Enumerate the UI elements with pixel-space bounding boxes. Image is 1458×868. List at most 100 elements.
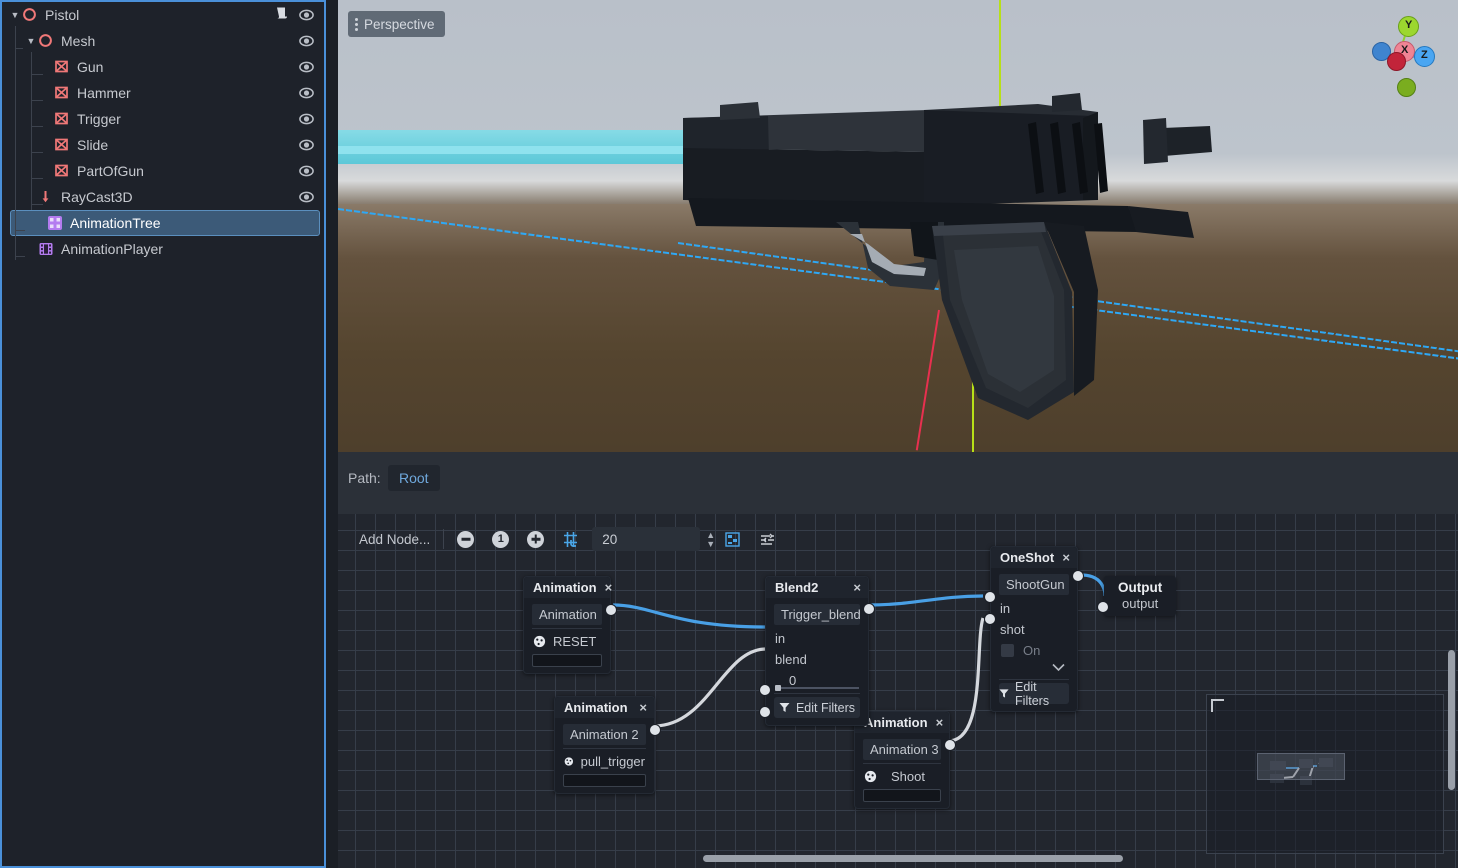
sidebar-item-animationtree[interactable]: AnimationTree	[10, 210, 320, 236]
scene-tree-dock[interactable]: ▼ Pistol ▼ Mesh Gun Hammer Trigger Slide PartOfG…	[0, 0, 326, 868]
node-titlebar[interactable]: Animation ×	[524, 577, 613, 598]
blend-amount-slider[interactable]: 0	[775, 673, 859, 691]
visibility-eye-icon[interactable]	[299, 164, 314, 179]
visibility-eye-icon[interactable]	[299, 190, 314, 205]
zoom-reset-button[interactable]: 1	[483, 524, 518, 554]
blend-name-field[interactable]: Trigger_blend	[774, 604, 861, 625]
path-root-button[interactable]: Root	[388, 465, 440, 491]
graph-node-animation-pull-trigger[interactable]: Animation × Animation 2 pull_trigger	[554, 696, 660, 794]
graph-horizontal-scrollbar[interactable]	[703, 855, 1123, 862]
tree-guide-vertical-mesh	[31, 52, 32, 210]
input-port-in[interactable]	[760, 685, 770, 695]
sidebar-item-trigger[interactable]: Trigger	[2, 106, 324, 132]
sidebar-item-pistol[interactable]: ▼ Pistol	[2, 2, 324, 28]
output-port[interactable]	[606, 605, 616, 615]
perspective-label: Perspective	[364, 16, 435, 32]
animation-progress-bar	[532, 654, 602, 667]
close-icon[interactable]: ×	[1054, 551, 1070, 564]
perspective-button[interactable]: Perspective	[348, 11, 445, 37]
edit-filters-label: Edit Filters	[1015, 679, 1050, 708]
edit-filters-button[interactable]: Edit Filters	[774, 697, 860, 718]
animation-tree-path-bar: Path: Root	[338, 452, 1458, 515]
sidebar-item-mesh[interactable]: ▼ Mesh	[2, 28, 324, 54]
animation-name: pull_trigger	[580, 754, 645, 769]
sidebar-item-label: Trigger	[77, 111, 121, 127]
snap-stepper[interactable]: ▲ ▼	[706, 530, 715, 548]
close-icon[interactable]: ×	[928, 716, 944, 729]
oneshot-dropdown[interactable]	[991, 661, 1077, 676]
expand-arrow-icon[interactable]: ▼	[8, 10, 22, 20]
node-titlebar[interactable]: Animation ×	[855, 712, 949, 733]
meshinstance3d-icon	[54, 163, 71, 180]
checkbox-icon[interactable]	[1001, 644, 1014, 657]
output-port[interactable]	[650, 725, 660, 735]
zoom-out-button[interactable]	[448, 524, 483, 554]
graph-node-animation-shoot[interactable]: Animation × Animation 3 Shoot	[854, 711, 955, 809]
toggle-connections-button[interactable]	[750, 524, 785, 554]
input-port[interactable]	[1098, 602, 1108, 612]
sidebar-item-gun[interactable]: Gun	[2, 54, 324, 80]
output-port[interactable]	[1073, 571, 1083, 581]
input-slot-in[interactable]: in	[766, 628, 868, 649]
minimap-viewport-box[interactable]	[1257, 753, 1345, 780]
close-icon[interactable]: ×	[845, 581, 861, 594]
animation-select[interactable]: Animation	[532, 604, 602, 625]
gizmo-ball-neg-x[interactable]	[1387, 52, 1406, 71]
oneshot-name-field[interactable]: ShootGun	[999, 574, 1069, 595]
node-titlebar[interactable]: Animation ×	[555, 697, 654, 718]
oneshot-on-checkbox[interactable]: On	[991, 640, 1077, 661]
meshinstance3d-icon	[54, 111, 71, 128]
sidebar-item-hammer[interactable]: Hammer	[2, 80, 324, 106]
output-port[interactable]	[945, 740, 955, 750]
input-port-in[interactable]	[985, 592, 995, 602]
close-icon[interactable]: ×	[597, 581, 613, 594]
sidebar-item-slide[interactable]: Slide	[2, 132, 324, 158]
animation-tree-graph[interactable]: Add Node... 1 20 ▲ ▼ Animation × Animati…	[338, 514, 1458, 868]
add-node-button[interactable]: Add Node...	[350, 524, 439, 554]
sidebar-item-raycast3d[interactable]: RayCast3D	[2, 184, 324, 210]
sidebar-item-partofgun[interactable]: PartOfGun	[2, 158, 324, 184]
graph-vertical-scrollbar[interactable]	[1448, 650, 1455, 790]
animation-select[interactable]: Animation 2	[563, 724, 646, 745]
node-titlebar[interactable]: OneShot ×	[991, 547, 1077, 568]
close-icon[interactable]: ×	[631, 701, 647, 714]
animation-name: RESET	[553, 634, 597, 649]
graph-toolbar[interactable]: Add Node... 1 20 ▲ ▼	[338, 522, 785, 556]
input-slot-in[interactable]: in	[991, 598, 1077, 619]
graph-node-output[interactable]: Output output	[1098, 576, 1177, 616]
input-slot-shot[interactable]: shot	[991, 619, 1077, 640]
snap-value-input[interactable]: 20	[592, 527, 701, 551]
output-port[interactable]	[864, 604, 874, 614]
graph-node-oneshot[interactable]: OneShot × ShootGun in shot On Edit Filte…	[985, 546, 1083, 712]
node-titlebar[interactable]: Blend2 ×	[766, 577, 868, 598]
graph-node-blend2[interactable]: Blend2 × Trigger_blend in blend 0 Edit F…	[760, 576, 874, 726]
graph-node-animation-reset[interactable]: Animation × Animation RESET	[523, 576, 616, 674]
animation-select[interactable]: Animation 3	[863, 739, 941, 760]
gizmo-ball-neg-y[interactable]	[1397, 78, 1416, 97]
visibility-eye-icon[interactable]	[299, 34, 314, 49]
visibility-eye-icon[interactable]	[299, 138, 314, 153]
node-body: Animation 2 pull_trigger	[555, 718, 654, 793]
divider	[774, 693, 860, 694]
script-icon[interactable]	[274, 7, 288, 24]
zoom-in-button[interactable]	[518, 524, 553, 554]
visibility-eye-icon[interactable]	[299, 112, 314, 127]
visibility-eye-icon[interactable]	[299, 60, 314, 75]
sidebar-item-animationplayer[interactable]: AnimationPlayer	[2, 236, 324, 262]
arrange-nodes-button[interactable]	[715, 524, 750, 554]
slider-knob[interactable]	[775, 685, 781, 691]
input-slot-blend[interactable]: blend	[766, 649, 868, 670]
graph-minimap[interactable]	[1206, 694, 1444, 854]
animationtree-icon	[47, 215, 64, 232]
3d-viewport[interactable]: Perspective Y X Z	[338, 0, 1458, 452]
edit-filters-button[interactable]: Edit Filters	[999, 680, 1069, 708]
visibility-eye-icon[interactable]	[299, 86, 314, 101]
animation-icon	[533, 635, 546, 648]
expand-arrow-icon[interactable]: ▼	[24, 36, 38, 46]
input-port-shot[interactable]	[985, 614, 995, 624]
visibility-eye-icon[interactable]	[299, 8, 314, 23]
input-port-blend[interactable]	[760, 707, 770, 717]
zoom-out-icon	[457, 530, 475, 548]
axis-gizmo[interactable]: Y X Z	[1358, 8, 1450, 100]
snap-grid-button[interactable]	[553, 524, 588, 554]
